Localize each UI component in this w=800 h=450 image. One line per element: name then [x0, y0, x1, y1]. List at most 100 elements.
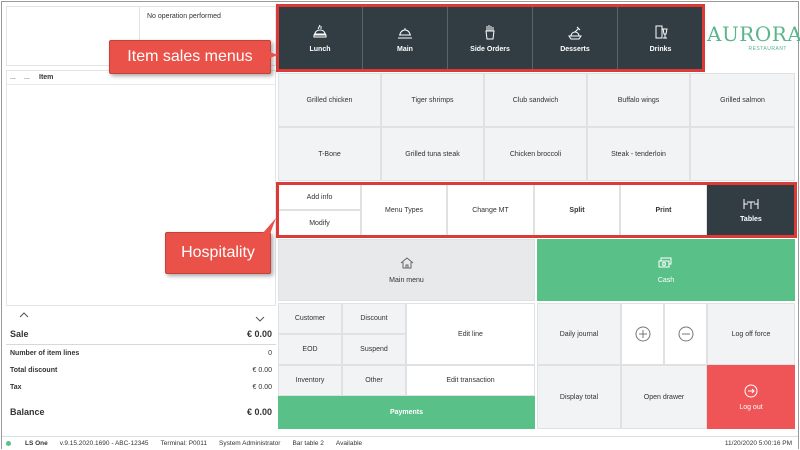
eod-button[interactable]: EOD [278, 334, 342, 365]
menu-label-lunch: Lunch [309, 45, 331, 53]
callout-hospitality: Hospitality [165, 232, 271, 274]
lunch-icon [313, 24, 327, 37]
brand-name: LS One [25, 439, 48, 447]
column-header-dots-1: ... [10, 74, 16, 81]
tax-value: € 0.00 [252, 384, 272, 391]
item-button-steak-tenderloin[interactable]: Steak - tenderloin [587, 127, 690, 181]
chevron-up-icon [19, 312, 29, 318]
item-button-empty[interactable] [690, 127, 795, 181]
balance-value: € 0.00 [246, 407, 272, 417]
table-text: Bar table 2 [292, 439, 324, 447]
menu-button-lunch[interactable]: Lunch [278, 6, 363, 70]
callout-arrow-hospitality [262, 218, 276, 234]
availability-text: Available [335, 439, 363, 447]
item-lines-row: Number of item lines 0 [10, 350, 272, 357]
item-button-club-sandwich[interactable]: Club sandwich [484, 73, 587, 127]
edit-transaction-button[interactable]: Edit transaction [406, 365, 535, 396]
tables-label: Tables [740, 215, 762, 223]
other-button[interactable]: Other [342, 365, 406, 396]
increase-quantity-button[interactable] [621, 303, 664, 365]
scroll-up-button[interactable] [14, 308, 34, 322]
tax-row: Tax € 0.00 [10, 384, 272, 391]
item-button-grilled-tuna-steak[interactable]: Grilled tuna steak [381, 127, 484, 181]
log-out-icon [744, 384, 758, 397]
column-header-item: Item [39, 74, 54, 81]
cash-label: Cash [657, 276, 675, 284]
total-discount-value: € 0.00 [252, 367, 272, 374]
status-bar: LS One v.9.15.2020.1690 - ABC-12345 Term… [2, 436, 798, 449]
sale-value: € 0.00 [246, 329, 272, 339]
menu-label-drinks: Drinks [649, 45, 672, 53]
drinks-icon [655, 25, 668, 38]
menu-label-main: Main [397, 45, 413, 53]
log-out-button[interactable]: Log out [707, 365, 795, 429]
modify-button[interactable]: Modify [278, 210, 361, 236]
customer-button[interactable]: Customer [278, 303, 342, 334]
item-lines-label: Number of item lines [10, 350, 80, 357]
main-dish-icon [398, 27, 412, 38]
fries-icon [485, 24, 495, 39]
logo-subtitle: RESTAURANT [748, 46, 787, 52]
dessert-icon [568, 26, 582, 39]
print-button[interactable]: Print [620, 184, 707, 236]
item-button-chicken-broccoli[interactable]: Chicken broccoli [484, 127, 587, 181]
plus-circle-icon [635, 326, 650, 342]
tables-button[interactable]: Tables [707, 184, 795, 236]
totals-divider [6, 344, 276, 345]
main-menu-label: Main menu [389, 276, 424, 284]
menu-types-button[interactable]: Menu Types [361, 184, 447, 236]
suspend-button[interactable]: Suspend [342, 334, 406, 365]
sale-label: Sale [10, 329, 29, 339]
balance-row: Balance € 0.00 [10, 407, 272, 417]
column-header-dots-2: ... [24, 74, 30, 81]
restaurant-logo: AURORA RESTAURANT [707, 6, 800, 70]
total-discount-label: Total discount [10, 367, 58, 374]
daily-journal-button[interactable]: Daily journal [537, 303, 621, 365]
inventory-button[interactable]: Inventory [278, 365, 342, 396]
user-text: System Administrator [219, 439, 281, 447]
datetime-text: 11/20/2020 5:00:16 PM [724, 439, 792, 447]
menu-button-drinks[interactable]: Drinks [618, 6, 703, 70]
brand-logo: LS One [6, 440, 48, 447]
minus-circle-icon [678, 326, 693, 342]
discount-button[interactable]: Discount [342, 303, 406, 334]
cash-button[interactable]: Cash [537, 239, 795, 301]
callout-item-sales-menus: Item sales menus [109, 40, 271, 74]
chevron-down-icon [255, 316, 265, 322]
item-button-grilled-salmon[interactable]: Grilled salmon [690, 73, 795, 127]
callout-arrow-item-sales-menus [264, 50, 278, 60]
change-mt-button[interactable]: Change MT [447, 184, 534, 236]
payments-button[interactable]: Payments [278, 396, 535, 429]
log-out-label: Log out [739, 403, 763, 411]
display-total-button[interactable]: Display total [537, 365, 621, 429]
open-drawer-button[interactable]: Open drawer [621, 365, 707, 429]
menu-button-main[interactable]: Main [363, 6, 448, 70]
item-button-buffalo-wings[interactable]: Buffalo wings [587, 73, 690, 127]
balance-label: Balance [10, 407, 45, 417]
item-sales-menus: Lunch Main Side Orders Desserts Drinks [278, 6, 703, 70]
decrease-quantity-button[interactable] [664, 303, 707, 365]
edit-line-button[interactable]: Edit line [406, 303, 535, 365]
menu-button-desserts[interactable]: Desserts [533, 6, 618, 70]
item-button-tiger-shrimps[interactable]: Tiger shrimps [381, 73, 484, 127]
menu-button-side-orders[interactable]: Side Orders [448, 6, 533, 70]
total-discount-row: Total discount € 0.00 [10, 367, 272, 374]
brand-dot-icon [6, 440, 11, 446]
menu-label-side-orders: Side Orders [470, 45, 510, 53]
sale-row: Sale € 0.00 [10, 329, 272, 339]
item-lines-value: 0 [268, 350, 272, 357]
log-off-force-button[interactable]: Log off force [707, 303, 795, 365]
scroll-down-button[interactable] [250, 312, 270, 326]
logo-name: AURORA [707, 22, 800, 46]
terminal-text: Terminal: P0011 [160, 439, 208, 447]
menu-label-desserts: Desserts [560, 45, 590, 53]
version-text: v.9.15.2020.1690 - ABC-12345 [59, 439, 149, 447]
item-button-grilled-chicken[interactable]: Grilled chicken [278, 73, 381, 127]
cash-icon [658, 257, 672, 267]
home-icon [400, 256, 413, 268]
main-menu-button[interactable]: Main menu [278, 239, 535, 301]
split-button[interactable]: Split [534, 184, 620, 236]
add-info-button[interactable]: Add info [278, 184, 361, 210]
item-button-t-bone[interactable]: T-Bone [278, 127, 381, 181]
operation-message: No operation performed [147, 13, 221, 20]
